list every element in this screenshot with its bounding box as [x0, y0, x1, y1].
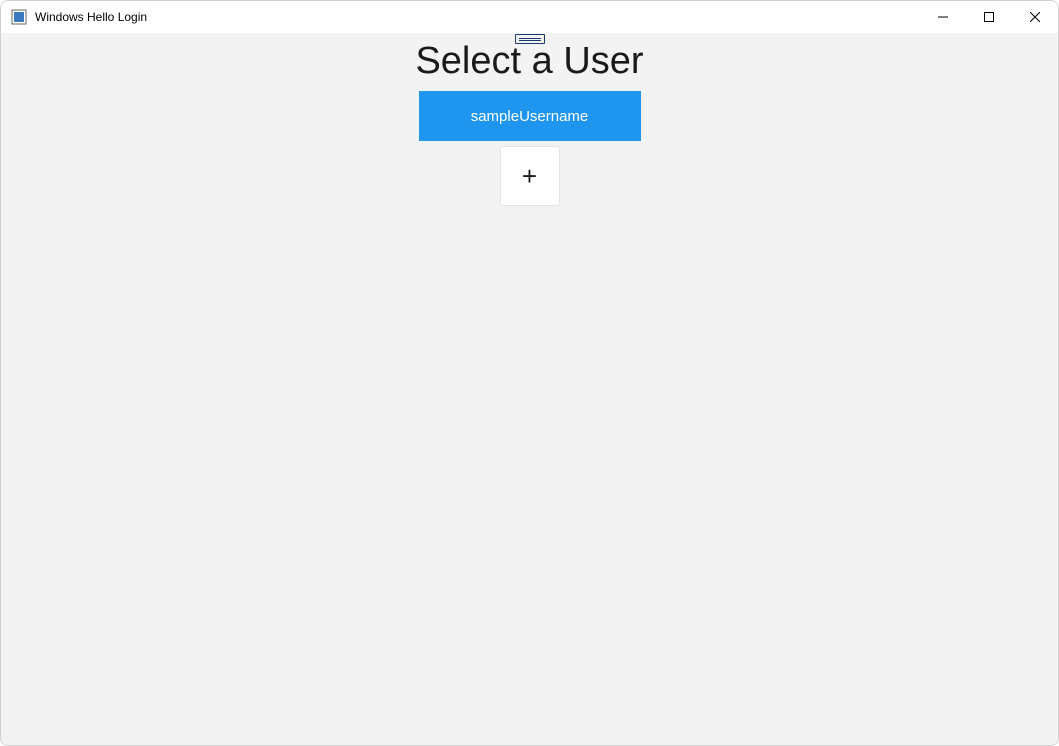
minimize-button[interactable] [920, 1, 966, 33]
page-title: Select a User [415, 40, 643, 83]
user-select-button[interactable]: sampleUsername [419, 91, 641, 141]
add-user-button[interactable]: + [500, 146, 560, 206]
close-button[interactable] [1012, 1, 1058, 33]
app-window: Windows Hello Login Select a User sample… [0, 0, 1059, 746]
keyboard-icon [515, 34, 545, 44]
app-icon [11, 9, 27, 25]
window-title: Windows Hello Login [35, 10, 920, 24]
maximize-button[interactable] [966, 1, 1012, 33]
titlebar: Windows Hello Login [1, 1, 1058, 33]
client-area: Select a User sampleUsername + [1, 33, 1058, 745]
window-controls [920, 1, 1058, 33]
